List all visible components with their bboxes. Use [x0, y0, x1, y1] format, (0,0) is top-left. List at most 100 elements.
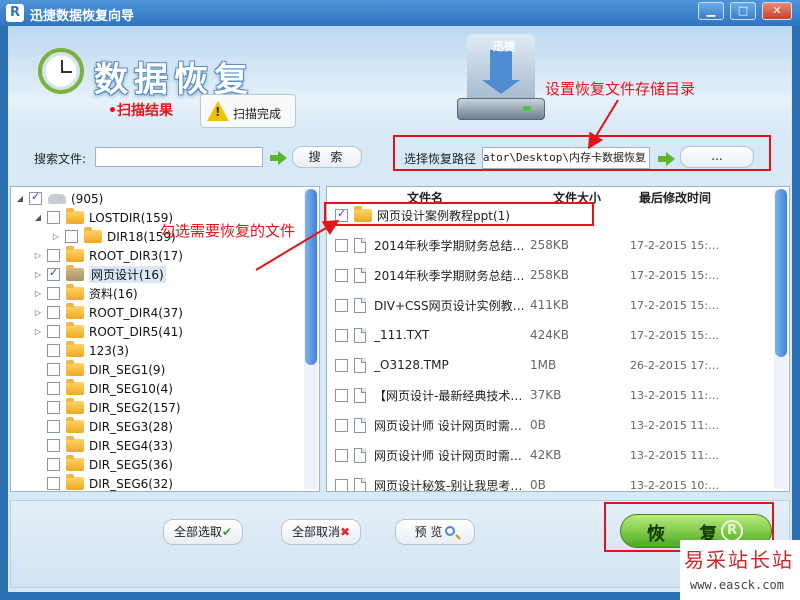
- search-input[interactable]: [95, 147, 263, 167]
- tree-checkbox[interactable]: [47, 325, 60, 338]
- file-list-scrollbar-thumb[interactable]: [775, 189, 787, 357]
- tree-item[interactable]: DIR_SEG4(33): [33, 436, 173, 455]
- minimize-button[interactable]: ▁: [698, 2, 724, 20]
- file-checkbox[interactable]: [335, 268, 348, 282]
- deselect-all-button[interactable]: 全部取消✖: [281, 519, 361, 545]
- tree-checkbox[interactable]: [47, 439, 60, 452]
- tree-item[interactable]: ▷ DIR18(159): [51, 227, 176, 246]
- magnifier-icon: [445, 526, 456, 536]
- file-row[interactable]: 网页设计师 设计网页时需… 0B 13-2-2015 11:…: [331, 413, 771, 437]
- file-name: 网页设计师 设计网页时需…: [374, 448, 522, 463]
- search-label: 搜索文件:: [34, 152, 87, 166]
- expand-toggle-icon[interactable]: ◢: [15, 194, 25, 203]
- file-list-scrollbar[interactable]: [774, 189, 788, 489]
- expand-toggle-icon[interactable]: ▷: [33, 327, 43, 336]
- cross-icon: ✖: [339, 525, 351, 539]
- document-icon: [354, 447, 366, 463]
- tree-checkbox[interactable]: [47, 266, 60, 281]
- file-date: 26-2-2015 17:…: [630, 358, 720, 372]
- file-checkbox[interactable]: [335, 328, 348, 342]
- search-button[interactable]: 搜 索: [292, 146, 362, 168]
- tree-checkbox[interactable]: [65, 230, 78, 243]
- file-checkbox[interactable]: [335, 238, 348, 252]
- tree-item-label: ROOT_DIR5(41): [89, 324, 183, 339]
- tree-checkbox[interactable]: [47, 458, 60, 471]
- document-icon: [354, 297, 366, 313]
- tree-checkbox[interactable]: [47, 211, 60, 224]
- tree-checkbox[interactable]: [47, 420, 60, 433]
- expand-toggle-icon[interactable]: ▷: [51, 232, 61, 241]
- file-row[interactable]: DIV+CSS网页设计实例教… 411KB 17-2-2015 15:…: [331, 293, 771, 317]
- file-row[interactable]: 网页设计师 设计网页时需… 42KB 13-2-2015 11:…: [331, 443, 771, 467]
- tree-item[interactable]: DIR_SEG3(28): [33, 417, 173, 436]
- tree-item[interactable]: ◢ (905): [15, 189, 103, 208]
- file-checkbox[interactable]: [335, 388, 348, 402]
- file-row[interactable]: 【网页设计-最新经典技术… 37KB 13-2-2015 11:…: [331, 383, 771, 407]
- expand-toggle-icon[interactable]: ▷: [33, 289, 43, 298]
- tree-item[interactable]: DIR_SEG5(36): [33, 455, 173, 474]
- drive-icon: [48, 193, 66, 204]
- tree-checkbox[interactable]: [47, 306, 60, 319]
- expand-toggle-icon[interactable]: ▷: [33, 251, 43, 260]
- expand-toggle-icon[interactable]: ▷: [33, 270, 43, 279]
- file-date: 13-2-2015 11:…: [630, 388, 720, 402]
- tree-item-label: ROOT_DIR4(37): [89, 305, 183, 320]
- tree-checkbox[interactable]: [47, 249, 60, 262]
- close-button[interactable]: ✕: [762, 2, 792, 20]
- document-icon: [354, 387, 366, 403]
- tree-checkbox[interactable]: [29, 190, 42, 205]
- file-checkbox[interactable]: [335, 418, 348, 432]
- document-icon: [354, 267, 366, 283]
- tree-item[interactable]: ▷ ROOT_DIR3(17): [33, 246, 183, 265]
- tree-item[interactable]: ▷ ROOT_DIR4(37): [33, 303, 183, 322]
- watermark-url: www.easck.com: [690, 578, 784, 592]
- watermark-title: 易采站长站: [684, 548, 794, 572]
- tree-scrollbar-thumb[interactable]: [305, 189, 317, 365]
- expand-toggle-icon[interactable]: ▷: [33, 308, 43, 317]
- file-name: DIV+CSS网页设计实例教…: [374, 298, 525, 313]
- tree-item[interactable]: 123(3): [33, 341, 129, 360]
- file-checkbox[interactable]: [335, 298, 348, 312]
- file-date: 13-2-2015 10:…: [630, 478, 720, 492]
- file-row[interactable]: 2014年秋季学期财务总结… 258KB 17-2-2015 15:…: [331, 263, 771, 287]
- tree-checkbox[interactable]: [47, 287, 60, 300]
- maximize-button[interactable]: □: [730, 2, 756, 20]
- folder-icon: [66, 436, 84, 452]
- file-date: 17-2-2015 15:…: [630, 328, 720, 342]
- file-row[interactable]: 2014年秋季学期财务总结… 258KB 17-2-2015 15:…: [331, 233, 771, 257]
- file-name: _O3128.TMP: [374, 358, 449, 372]
- tree-item-label: DIR_SEG5(36): [89, 457, 173, 472]
- file-checkbox[interactable]: [335, 448, 348, 462]
- folder-open-icon: [66, 265, 84, 281]
- preview-button[interactable]: 预 览: [395, 519, 475, 545]
- tree-item[interactable]: DIR_SEG6(32): [33, 474, 173, 491]
- file-checkbox[interactable]: [335, 358, 348, 372]
- tree-item[interactable]: ▷ 网页设计(16): [33, 265, 166, 284]
- tree-item[interactable]: ◢ LOSTDIR(159): [33, 208, 173, 227]
- scan-result-label: •扫描结果: [108, 103, 173, 119]
- tree-scrollbar[interactable]: [304, 189, 318, 489]
- tree-item[interactable]: ▷ 资料(16): [33, 284, 138, 303]
- document-icon: [354, 237, 366, 253]
- tree-checkbox[interactable]: [47, 344, 60, 357]
- folder-icon: [66, 284, 84, 300]
- tree-checkbox[interactable]: [47, 382, 60, 395]
- tree-checkbox[interactable]: [47, 363, 60, 376]
- document-icon: [354, 327, 366, 343]
- file-row[interactable]: _O3128.TMP 1MB 26-2-2015 17:…: [331, 353, 771, 377]
- tree-checkbox[interactable]: [47, 401, 60, 414]
- tree-item[interactable]: DIR_SEG1(9): [33, 360, 165, 379]
- file-checkbox[interactable]: [335, 478, 348, 491]
- expand-toggle-icon[interactable]: ◢: [33, 213, 43, 222]
- file-size: 258KB: [530, 268, 570, 282]
- file-row[interactable]: _111.TXT 424KB 17-2-2015 15:…: [331, 323, 771, 347]
- tree-item[interactable]: ▷ ROOT_DIR5(41): [33, 322, 183, 341]
- app-logo-icon: R: [6, 4, 24, 22]
- tree-checkbox[interactable]: [47, 477, 60, 490]
- select-all-button[interactable]: 全部选取✔: [163, 519, 243, 545]
- file-size: 0B: [530, 478, 546, 492]
- file-row[interactable]: 网页设计秘笈-别让我思考… 0B 13-2-2015 10:…: [331, 473, 771, 492]
- tree-item[interactable]: DIR_SEG10(4): [33, 379, 173, 398]
- file-date: 17-2-2015 15:…: [630, 238, 720, 252]
- tree-item[interactable]: DIR_SEG2(157): [33, 398, 181, 417]
